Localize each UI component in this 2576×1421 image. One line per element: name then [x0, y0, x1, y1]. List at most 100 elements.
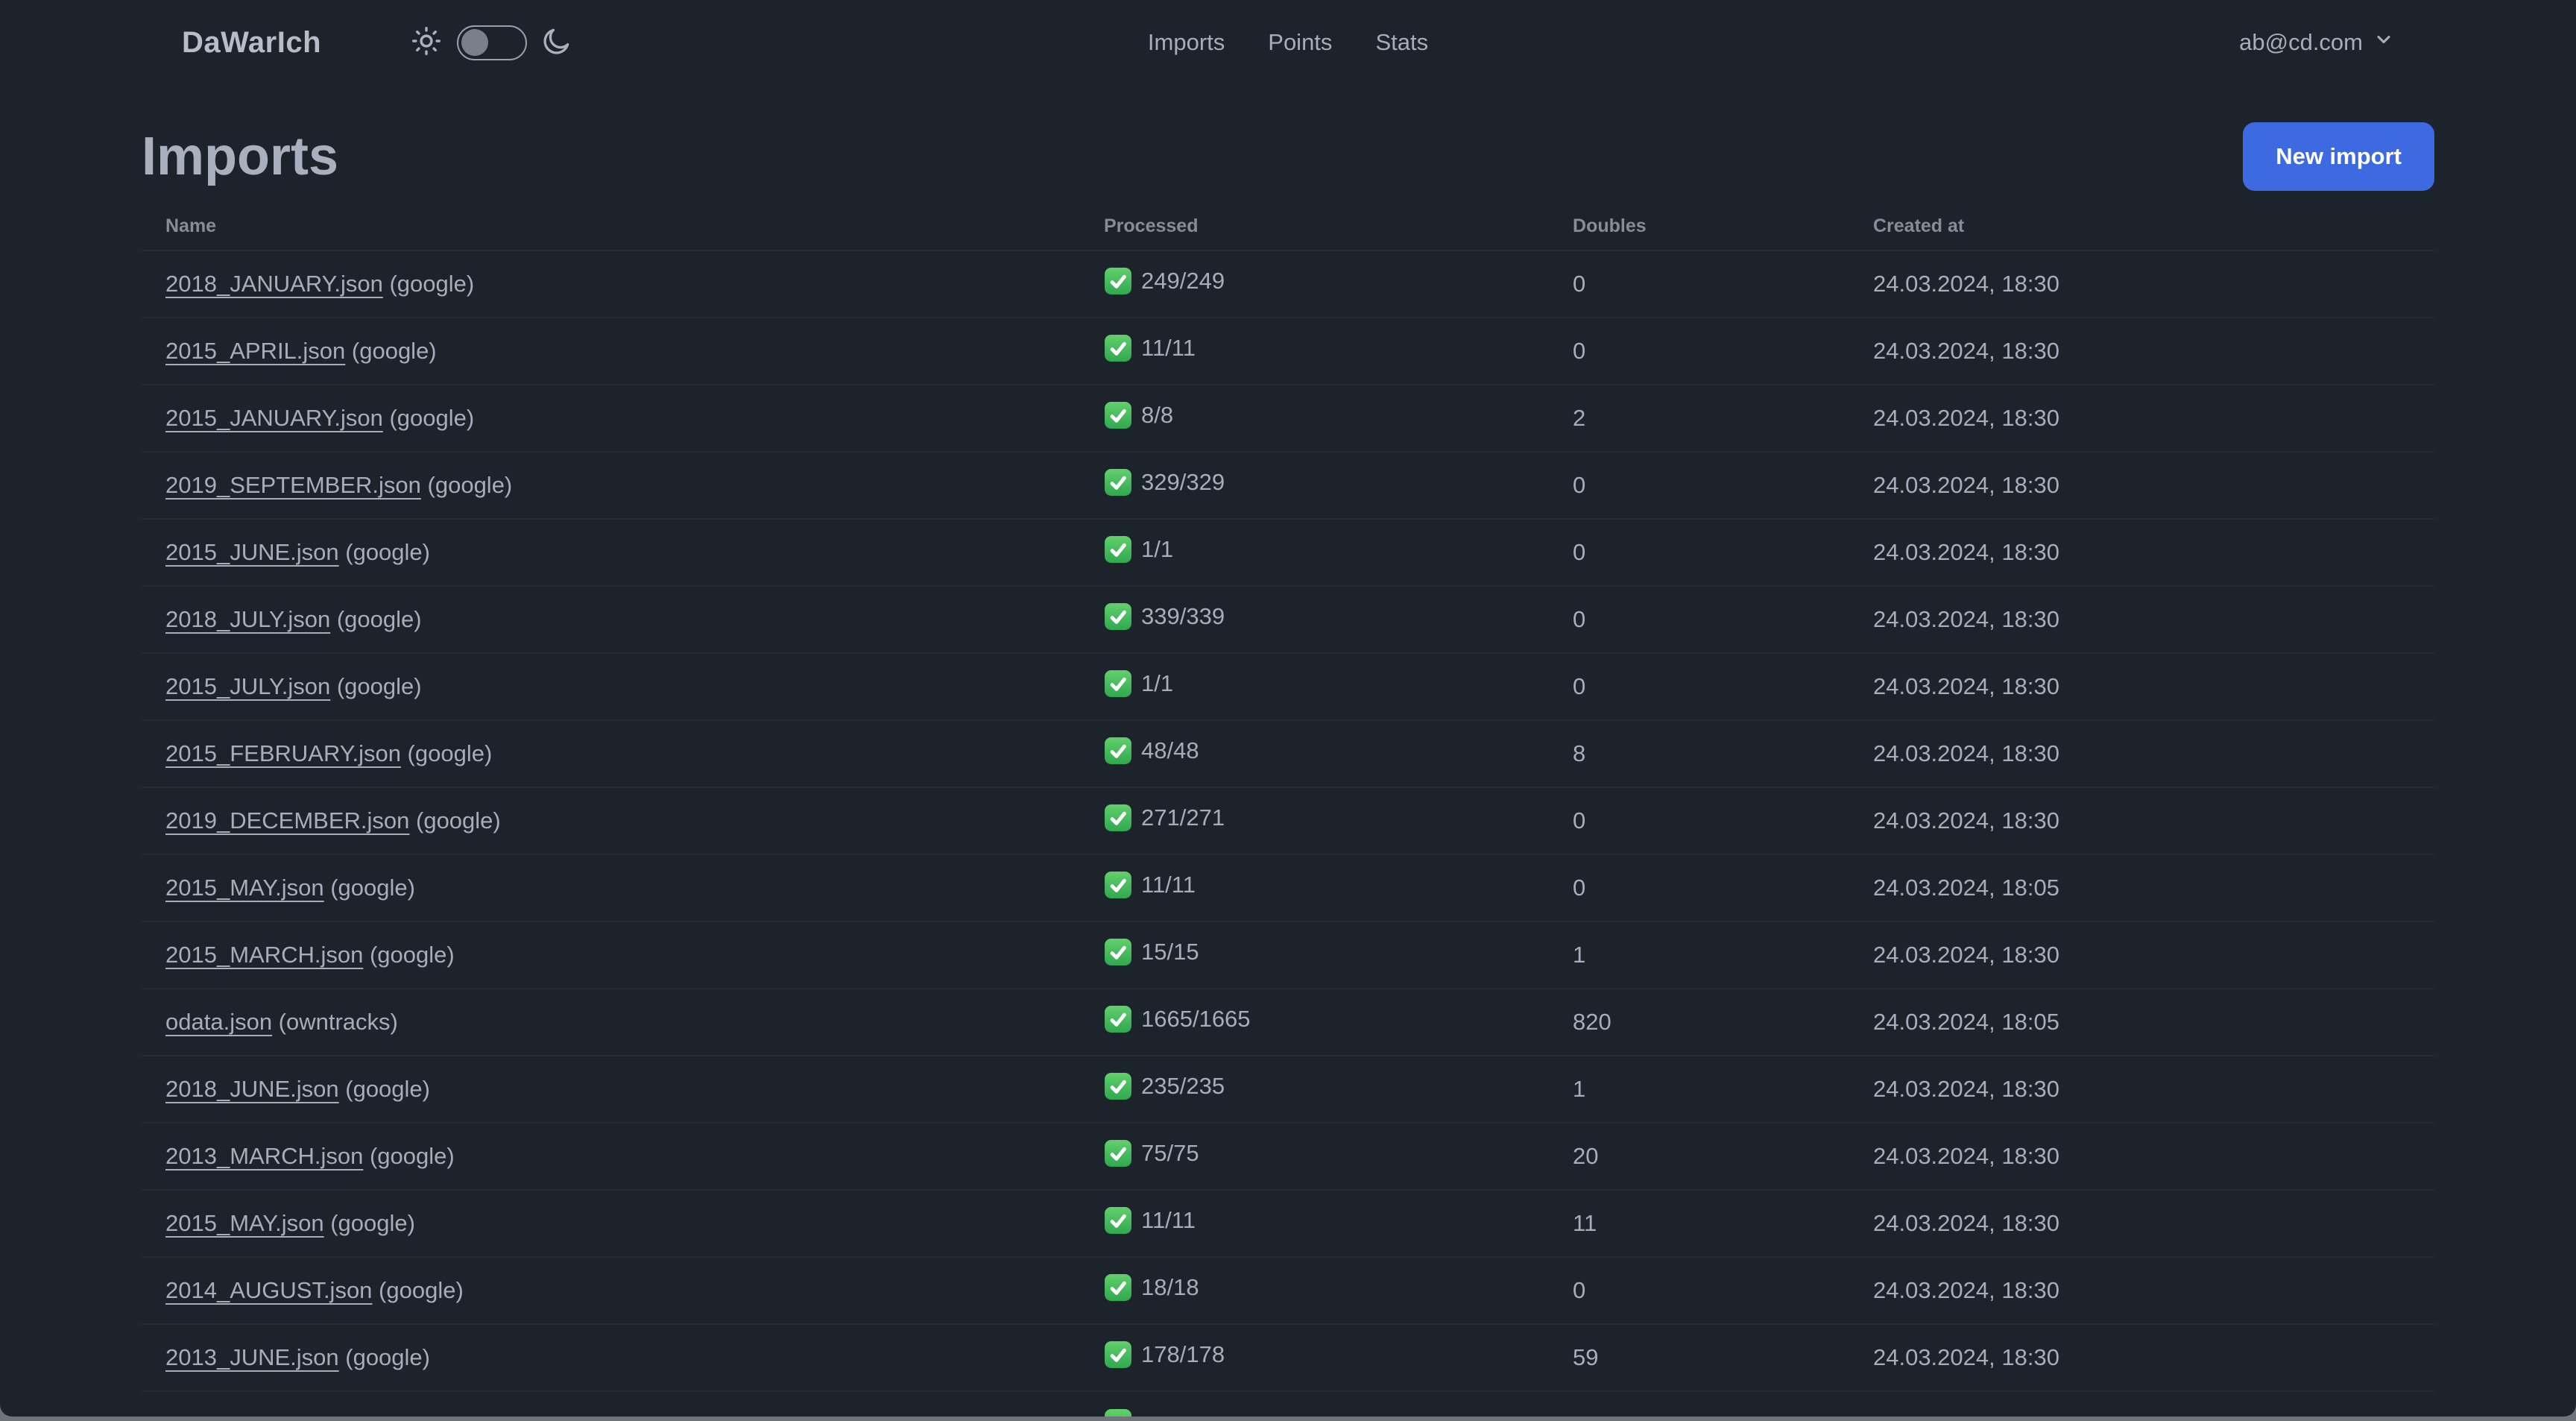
import-file-link[interactable]: 2015_MAY.json: [165, 1210, 324, 1236]
import-source: (google): [363, 942, 455, 968]
imports-table-head: Name Processed Doubles Created at: [142, 203, 2434, 251]
processed-count: 249/249: [1141, 268, 1225, 294]
theme-toggle-knob: [461, 28, 489, 56]
window-bottom-edge: [0, 1417, 2576, 1421]
processed-cell: 8/8: [1080, 385, 1549, 452]
table-row: 2014_AUGUST.json (google) 18/18 0 24.03.…: [142, 1257, 2434, 1324]
created-cell: 24.03.2024, 18:30: [1849, 921, 2434, 989]
table-row: 2015_APRIL.json (google) 11/11 0 24.03.2…: [142, 318, 2434, 385]
import-file-link[interactable]: 2019_SEPTEMBER.json: [165, 472, 421, 498]
name-cell: 2015_MARCH.json (google): [142, 921, 1080, 989]
doubles-cell: 1: [1549, 921, 1849, 989]
processed-cell: 11/11: [1080, 318, 1549, 385]
new-import-button[interactable]: New import: [2243, 122, 2434, 191]
name-cell: 2013_MARCH.json (google): [142, 1123, 1080, 1190]
table-row: 2015_MAY.json (google) 11/11 11 24.03.20…: [142, 1190, 2434, 1257]
created-cell: 24.03.2024, 18:30: [1849, 385, 2434, 452]
user-menu[interactable]: ab@cd.com: [2239, 29, 2394, 56]
import-source: (google): [323, 875, 415, 901]
created-at: 24.03.2024, 18:30: [1872, 1210, 2059, 1236]
nav-link-points[interactable]: Points: [1268, 29, 1332, 56]
doubles-count: 0: [1573, 606, 1586, 632]
import-file-link[interactable]: 2015_MAY.json: [165, 875, 324, 901]
processed-cell: 75/75: [1080, 1123, 1549, 1190]
processed-count: 1/1: [1141, 670, 1174, 696]
processed-count: 235/235: [1141, 1073, 1225, 1099]
created-at: 24.03.2024, 18:30: [1872, 740, 2059, 766]
doubles-cell: 0: [1549, 854, 1849, 921]
import-file-link[interactable]: 2015_JANUARY.json: [165, 405, 383, 431]
import-file-link[interactable]: 2015_MARCH.json: [165, 942, 363, 968]
green-check-icon: [1105, 469, 1131, 496]
doubles-cell: 0: [1549, 653, 1849, 720]
column-header-name: Name: [165, 215, 217, 236]
name-cell: 2015_APRIL.json (google): [142, 318, 1080, 385]
processed-cell: 1/1: [1080, 653, 1549, 720]
created-at: 24.03.2024, 18:30: [1872, 1076, 2059, 1102]
processed-count: 18/18: [1141, 1274, 1199, 1300]
processed-count: 271/271: [1141, 804, 1225, 831]
import-file-link[interactable]: 2015_APRIL.json: [165, 338, 345, 364]
import-file-link[interactable]: 2014_AUGUST.json: [165, 1277, 372, 1303]
processed-count: 75/75: [1141, 1140, 1199, 1166]
import-file-link[interactable]: 2018_JANUARY.json: [165, 271, 383, 297]
green-check-icon: [1105, 1006, 1131, 1033]
doubles-cell: 0: [1549, 1257, 1849, 1324]
processed-cell: 271/271: [1080, 787, 1549, 854]
doubles-count: 11: [1573, 1210, 1597, 1236]
green-check-icon: [1105, 1207, 1131, 1234]
processed-count: 339/339: [1141, 603, 1225, 629]
theme-toggle[interactable]: [457, 25, 528, 60]
import-file-link[interactable]: odata.json: [165, 1009, 272, 1035]
app-logo[interactable]: DaWarIch: [182, 26, 321, 60]
import-file-link[interactable]: 2015_JUNE.json: [165, 539, 339, 565]
created-cell: 24.03.2024, 18:30: [1849, 1123, 2434, 1190]
processed-count: 1/1: [1141, 536, 1174, 562]
table-row: 2019_DECEMBER.json (google) 271/271 0 24…: [142, 787, 2434, 854]
import-file-link[interactable]: 2018_JUNE.json: [165, 1076, 339, 1102]
created-cell: 24.03.2024, 18:30: [1849, 452, 2434, 519]
nav-link-stats[interactable]: Stats: [1375, 29, 1428, 56]
created-at: 24.03.2024, 18:05: [1872, 1009, 2059, 1035]
import-source: (google): [372, 1277, 464, 1303]
green-check-icon: [1105, 1274, 1131, 1301]
moon-icon: [540, 25, 573, 61]
green-check-icon: [1105, 1408, 1131, 1417]
import-source: (google): [323, 1210, 415, 1236]
table-row: 2015_FEBRUARY.json (google) 48/48 8 24.0…: [142, 720, 2434, 787]
created-at: 24.03.2024, 18:30: [1872, 405, 2059, 431]
green-check-icon: [1105, 603, 1131, 630]
created-at: 24.03.2024, 18:30: [1872, 1277, 2059, 1303]
user-email: ab@cd.com: [2239, 29, 2363, 55]
doubles-count: 0: [1573, 1277, 1586, 1303]
name-cell: 2019_DECEMBER.json (google): [142, 787, 1080, 854]
import-file-link[interactable]: 2015_FEBRUARY.json: [165, 740, 401, 766]
import-source: (google): [330, 673, 422, 699]
doubles-cell: 8: [1549, 720, 1849, 787]
doubles-cell: 59: [1549, 1324, 1849, 1391]
created-at: 24.03.2024, 18:30: [1872, 338, 2059, 364]
doubles-count: 0: [1573, 673, 1586, 699]
import-file-link[interactable]: 2018_JULY.json: [165, 606, 330, 632]
import-file-link[interactable]: 2013_JUNE.json: [165, 1344, 339, 1370]
name-cell: 2015_FEBRUARY.json (google): [142, 720, 1080, 787]
doubles-count: 0: [1573, 271, 1586, 297]
nav-link-imports[interactable]: Imports: [1148, 29, 1225, 56]
import-source: (google): [420, 472, 513, 498]
created-cell: 24.03.2024, 18:30: [1849, 586, 2434, 653]
import-file-link[interactable]: 2019_DECEMBER.json: [165, 807, 409, 834]
name-cell: 2014_AUGUST.json (google): [142, 1257, 1080, 1324]
import-file-link[interactable]: 2013_MARCH.json: [165, 1143, 363, 1169]
imports-page: Imports New import Name Processed Double…: [0, 122, 2576, 1417]
import-source: (google): [338, 539, 430, 565]
green-check-icon: [1105, 737, 1131, 764]
doubles-cell: 0: [1549, 519, 1849, 586]
doubles-count: 0: [1573, 472, 1586, 498]
processed-cell: 329/329: [1080, 452, 1549, 519]
processed-count: 15/15: [1141, 939, 1199, 965]
import-file-link[interactable]: 2015_JULY.json: [165, 673, 330, 699]
processed-count: 11/11: [1141, 872, 1196, 898]
sun-icon: [409, 24, 443, 62]
imports-table: Name Processed Doubles Created at 2018_J…: [142, 203, 2434, 1417]
doubles-count: 8: [1573, 740, 1586, 766]
